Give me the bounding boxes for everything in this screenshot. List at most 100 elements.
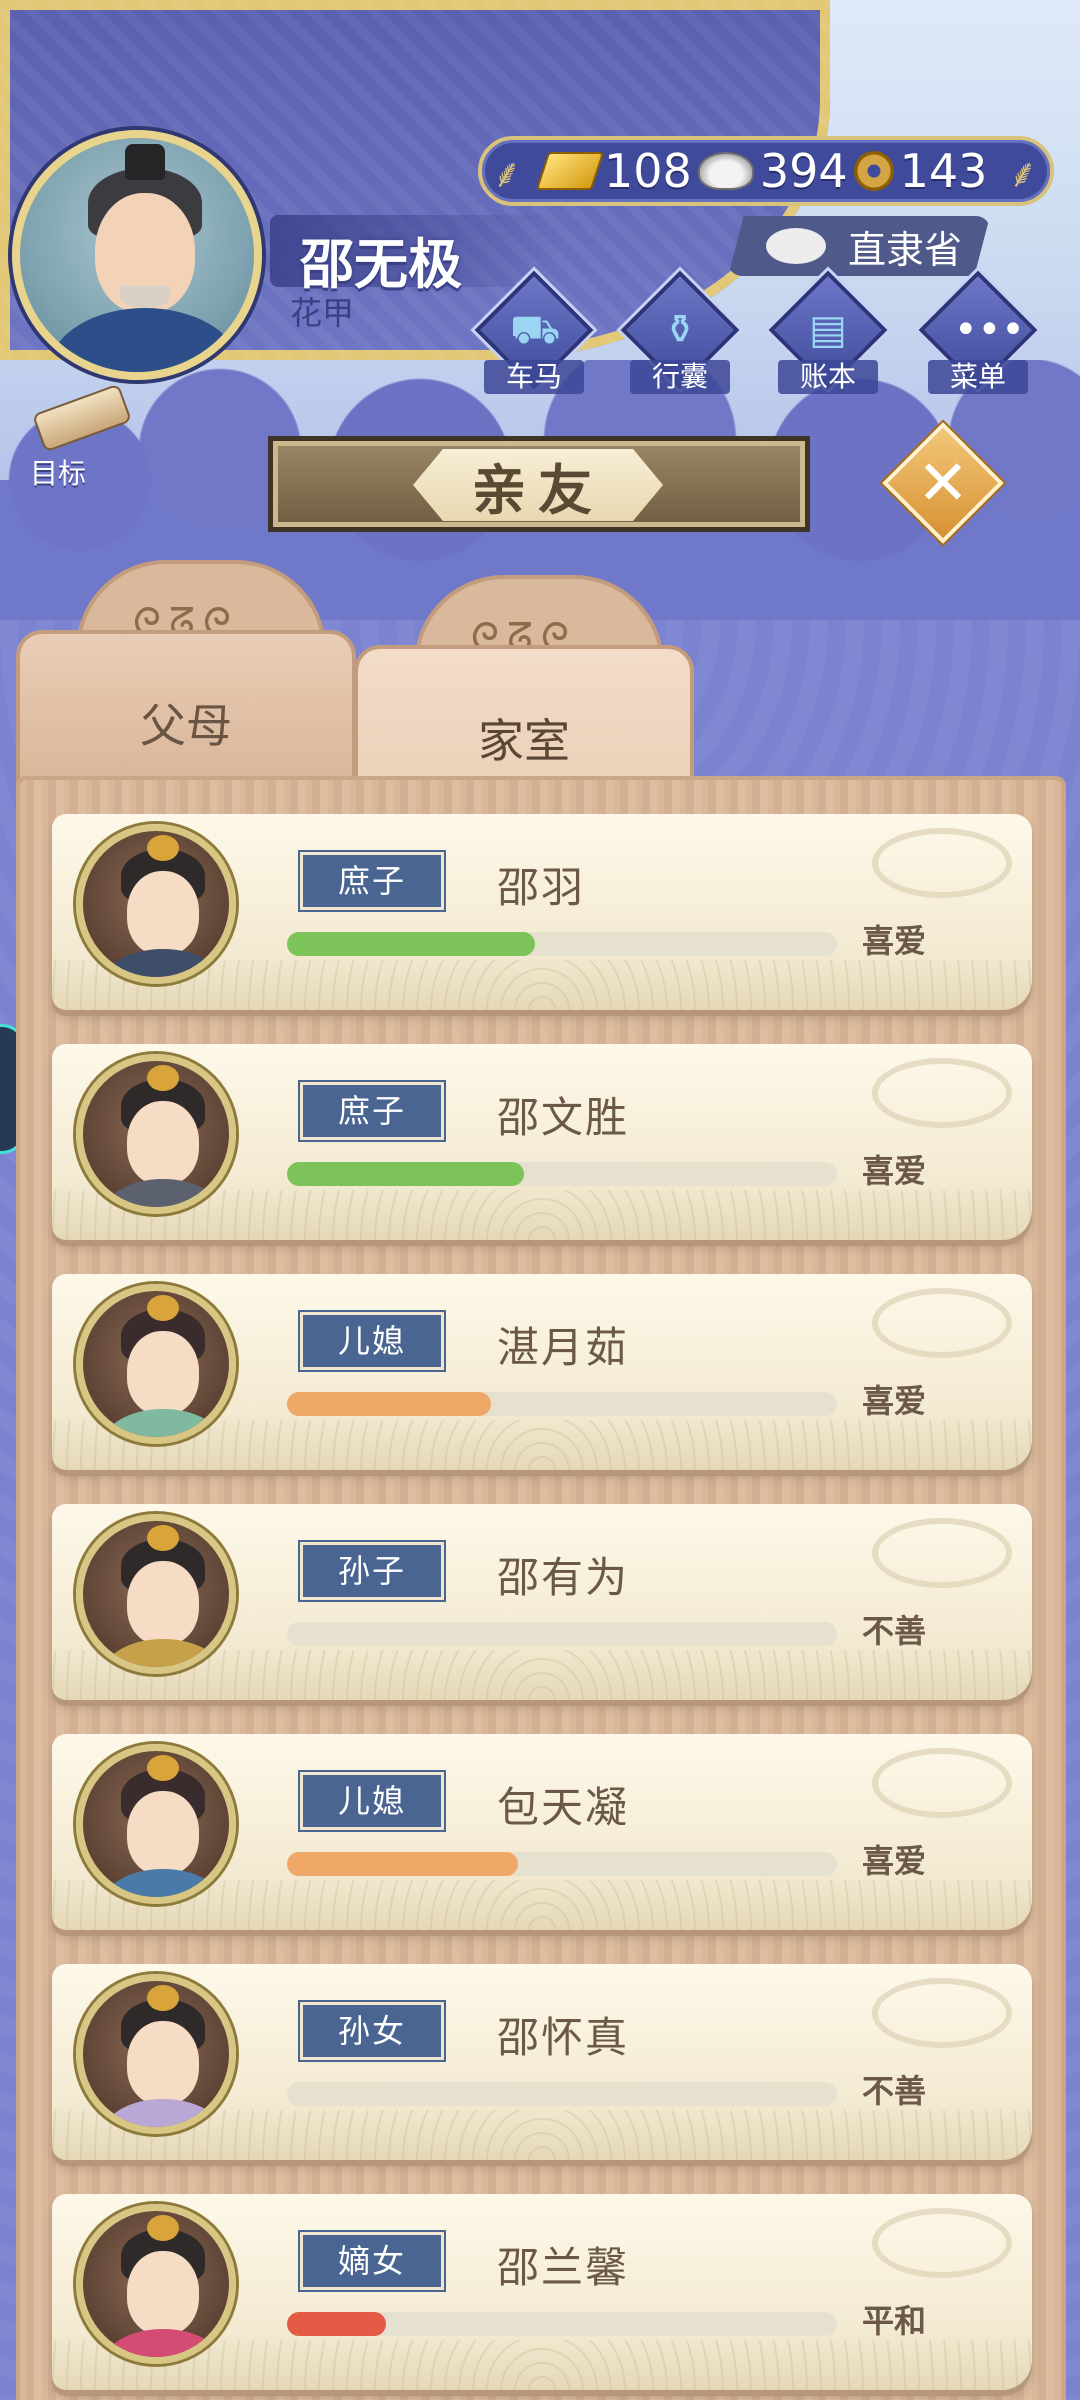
avatar-face [127, 1331, 199, 1415]
role-badge: 孙子 [300, 1542, 444, 1600]
tab-household-label: 家室 [478, 714, 570, 768]
affinity-bar [287, 1162, 837, 1186]
relative-card[interactable]: 嫡女 邵兰馨 平和 [52, 2194, 1032, 2390]
tab-parents[interactable]: ᘓᘔᘓ 父母 [16, 560, 366, 790]
gold-currency: 108 [535, 144, 692, 198]
relative-avatar[interactable] [76, 1284, 236, 1444]
ledger-icon: ▤ [809, 307, 847, 353]
nav-label: 菜单 [928, 360, 1028, 394]
role-badge: 嫡女 [300, 2232, 444, 2290]
affinity-bar-fill [287, 1392, 491, 1416]
hair-ornament-icon [147, 1755, 179, 1781]
relative-name: 湛月茹 [497, 1323, 630, 1372]
hair-ornament-icon [147, 2215, 179, 2241]
location-button[interactable]: 直隶省 [728, 216, 990, 276]
avatar-face [127, 2251, 199, 2335]
relation-status: 喜爱 [862, 1842, 927, 1880]
player-avatar[interactable] [12, 130, 262, 380]
hair-ornament-icon [147, 1985, 179, 2011]
cloud-curl-decoration [872, 1288, 1012, 1358]
affinity-bar [287, 2082, 837, 2106]
relative-name: 包天凝 [497, 1783, 630, 1832]
cloud-curl-decoration [872, 1518, 1012, 1588]
currency-bar: ⸙ 108 394 143 ⸙ [478, 136, 1054, 206]
avatar-face [127, 1101, 199, 1185]
seal-stamp-icon [766, 228, 826, 264]
silver-amount: 394 [759, 144, 848, 198]
title-plaque: 亲友 [268, 436, 810, 532]
nav-menu[interactable]: ••• 菜单 [918, 270, 1038, 402]
relation-status: 喜爱 [862, 1152, 927, 1190]
role-badge: 孙女 [300, 2002, 444, 2060]
affinity-bar [287, 1852, 837, 1876]
player-age-label: 花甲 [290, 294, 355, 332]
bamboo-leaf-icon: ⸙ [492, 151, 522, 197]
bamboo-leaf-icon-right: ⸙ [1008, 151, 1038, 197]
relative-avatar[interactable] [76, 2204, 236, 2364]
affinity-bar [287, 1392, 837, 1416]
cloud-curl-decoration [872, 1748, 1012, 1818]
gold-ingot-icon [535, 152, 605, 190]
relative-avatar[interactable] [76, 1054, 236, 1214]
cloud-curl-decoration [872, 1978, 1012, 2048]
relation-status: 不善 [862, 2072, 927, 2110]
hair-ornament-icon [147, 1525, 179, 1551]
avatar-beard [120, 286, 170, 308]
location-label: 直隶省 [848, 227, 963, 272]
hair-ornament-icon [147, 835, 179, 861]
role-badge: 庶子 [300, 852, 444, 910]
relative-card[interactable]: 庶子 邵文胜喜爱 [52, 1044, 1032, 1240]
relative-avatar[interactable] [76, 1514, 236, 1674]
affinity-bar [287, 932, 837, 956]
relatives-panel: 庶子 邵羽 喜爱 庶子 邵文胜 喜爱 儿媳 湛月茹 喜爱 孙子 邵有为 不善 儿媳 包天凝 喜爱 孙女 邵怀真不… [16, 776, 1066, 2400]
nav-bundle[interactable]: ⚱ 行囊 [620, 270, 740, 402]
affinity-bar [287, 1622, 837, 1646]
nav-label: 车马 [484, 360, 584, 394]
relative-card[interactable]: 儿媳 湛月茹 喜爱 [52, 1274, 1032, 1470]
hair-ornament-icon [147, 1065, 179, 1091]
relative-card[interactable]: 庶子 邵羽 喜爱 [52, 814, 1032, 1010]
goal-button[interactable]: 目标 [18, 383, 138, 490]
nav-ledger[interactable]: ▤ 账本 [768, 270, 888, 402]
affinity-bar [287, 2312, 837, 2336]
relative-card[interactable]: 儿媳 包天凝 喜爱 [52, 1734, 1032, 1930]
relative-avatar[interactable] [76, 824, 236, 984]
relative-card[interactable]: 孙子 邵有为不善 [52, 1504, 1032, 1700]
nav-carriage[interactable]: ⛟ 车马 [474, 270, 594, 402]
cloud-curl-decoration [872, 1058, 1012, 1128]
hair-ornament-icon [147, 1295, 179, 1321]
silver-ingot-icon [697, 152, 754, 190]
avatar-face [127, 871, 199, 955]
gold-amount: 108 [604, 144, 692, 198]
relative-avatar[interactable] [76, 1744, 236, 1904]
relative-name: 邵兰馨 [497, 2243, 630, 2292]
carriage-icon: ⛟ [510, 307, 561, 353]
cloud-curl-decoration [872, 2208, 1012, 2278]
more-dots-icon: ••• [954, 307, 1025, 353]
affinity-bar-fill [287, 2312, 386, 2336]
relative-card[interactable]: 孙女 邵怀真 不善 [52, 1964, 1032, 2160]
coin-amount: 143 [899, 144, 988, 198]
avatar-face [127, 1791, 199, 1875]
close-icon[interactable]: ✕ [900, 440, 986, 526]
affinity-bar-fill [287, 1162, 524, 1186]
avatar-face [127, 2021, 199, 2105]
silver-currency: 394 [697, 144, 848, 198]
coin-currency: 143 [853, 144, 988, 198]
role-badge: 庶子 [300, 1082, 444, 1140]
relation-status: 不善 [862, 1612, 927, 1650]
relative-name: 邵文胜 [497, 1093, 630, 1142]
page-title: 亲友 [413, 449, 663, 521]
avatar-hat [125, 144, 165, 180]
tab-parents-label: 父母 [140, 699, 232, 753]
nav-label: 行囊 [630, 360, 730, 394]
avatar-robe [50, 308, 240, 372]
affinity-bar-fill [287, 1852, 518, 1876]
cloud-curl-decoration [872, 828, 1012, 898]
avatar-face [127, 1561, 199, 1645]
copper-coin-icon [853, 151, 894, 191]
tab-household[interactable]: ᘓᘔᘓ 家室 [354, 575, 704, 805]
relative-name: 邵羽 [497, 863, 586, 912]
relative-name: 邵有为 [497, 1553, 630, 1602]
relative-avatar[interactable] [76, 1974, 236, 2134]
